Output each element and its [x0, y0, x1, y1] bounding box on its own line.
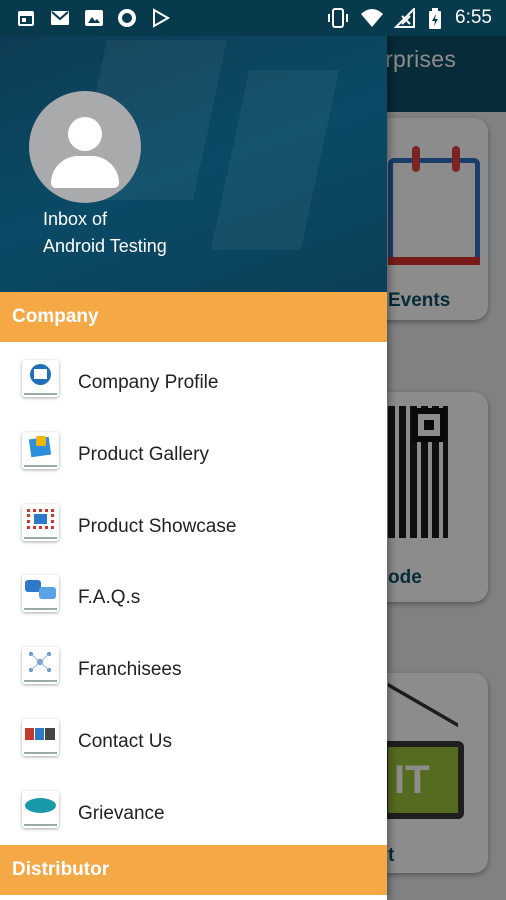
avatar-person-icon — [68, 117, 102, 151]
menu-item-grievance[interactable]: Grievance — [0, 773, 387, 845]
menu-label: Franchisees — [78, 659, 182, 681]
no-signal-icon — [394, 8, 415, 28]
record-icon — [118, 9, 136, 27]
account-name: Inbox of Android Testing — [43, 206, 243, 260]
avatar-person-body — [51, 156, 119, 188]
battery-icon — [429, 8, 441, 29]
company-menu-list: Company Profile Product Gallery Product … — [0, 342, 387, 845]
account-line-2: Android Testing — [43, 236, 167, 256]
calendar-icon — [18, 11, 34, 26]
menu-label: Product Gallery — [78, 443, 209, 465]
product-showcase-icon — [22, 503, 59, 541]
navigation-drawer: Inbox of Android Testing Company Company… — [0, 0, 387, 900]
wifi-icon — [361, 9, 383, 27]
vibrate-icon — [328, 8, 348, 28]
account-line-1: Inbox of — [43, 209, 108, 229]
menu-item-faq[interactable]: F.A.Q.s — [0, 557, 387, 629]
menu-item-product-showcase[interactable]: Product Showcase — [0, 486, 387, 558]
status-bar: 6:55 — [0, 0, 506, 36]
menu-item-franchisees[interactable]: Franchisees — [0, 629, 387, 701]
menu-label: Company Profile — [78, 372, 219, 393]
menu-label: Grievance — [78, 802, 165, 824]
faq-icon — [22, 575, 59, 613]
drawer-header: Inbox of Android Testing — [0, 0, 387, 292]
company-profile-icon — [22, 360, 59, 397]
image-icon — [85, 10, 103, 26]
menu-item-company-profile[interactable]: Company Profile — [0, 342, 387, 414]
menu-label: F.A.Q.s — [78, 587, 141, 609]
section-header-company: Company — [0, 292, 387, 342]
product-gallery-icon — [22, 431, 59, 469]
franchisees-icon — [22, 647, 59, 685]
avatar[interactable] — [29, 91, 141, 203]
menu-label: Contact Us — [78, 730, 172, 752]
status-time: 6:55 — [455, 7, 492, 28]
menu-item-product-gallery[interactable]: Product Gallery — [0, 414, 387, 486]
grievance-icon — [22, 790, 59, 828]
menu-item-contact-us[interactable]: Contact Us — [0, 701, 387, 773]
play-store-icon — [153, 8, 171, 28]
gmail-icon — [51, 11, 69, 25]
section-header-distributor: Distributor — [0, 845, 387, 895]
contact-us-icon — [22, 718, 59, 756]
menu-label: Product Showcase — [78, 515, 237, 537]
